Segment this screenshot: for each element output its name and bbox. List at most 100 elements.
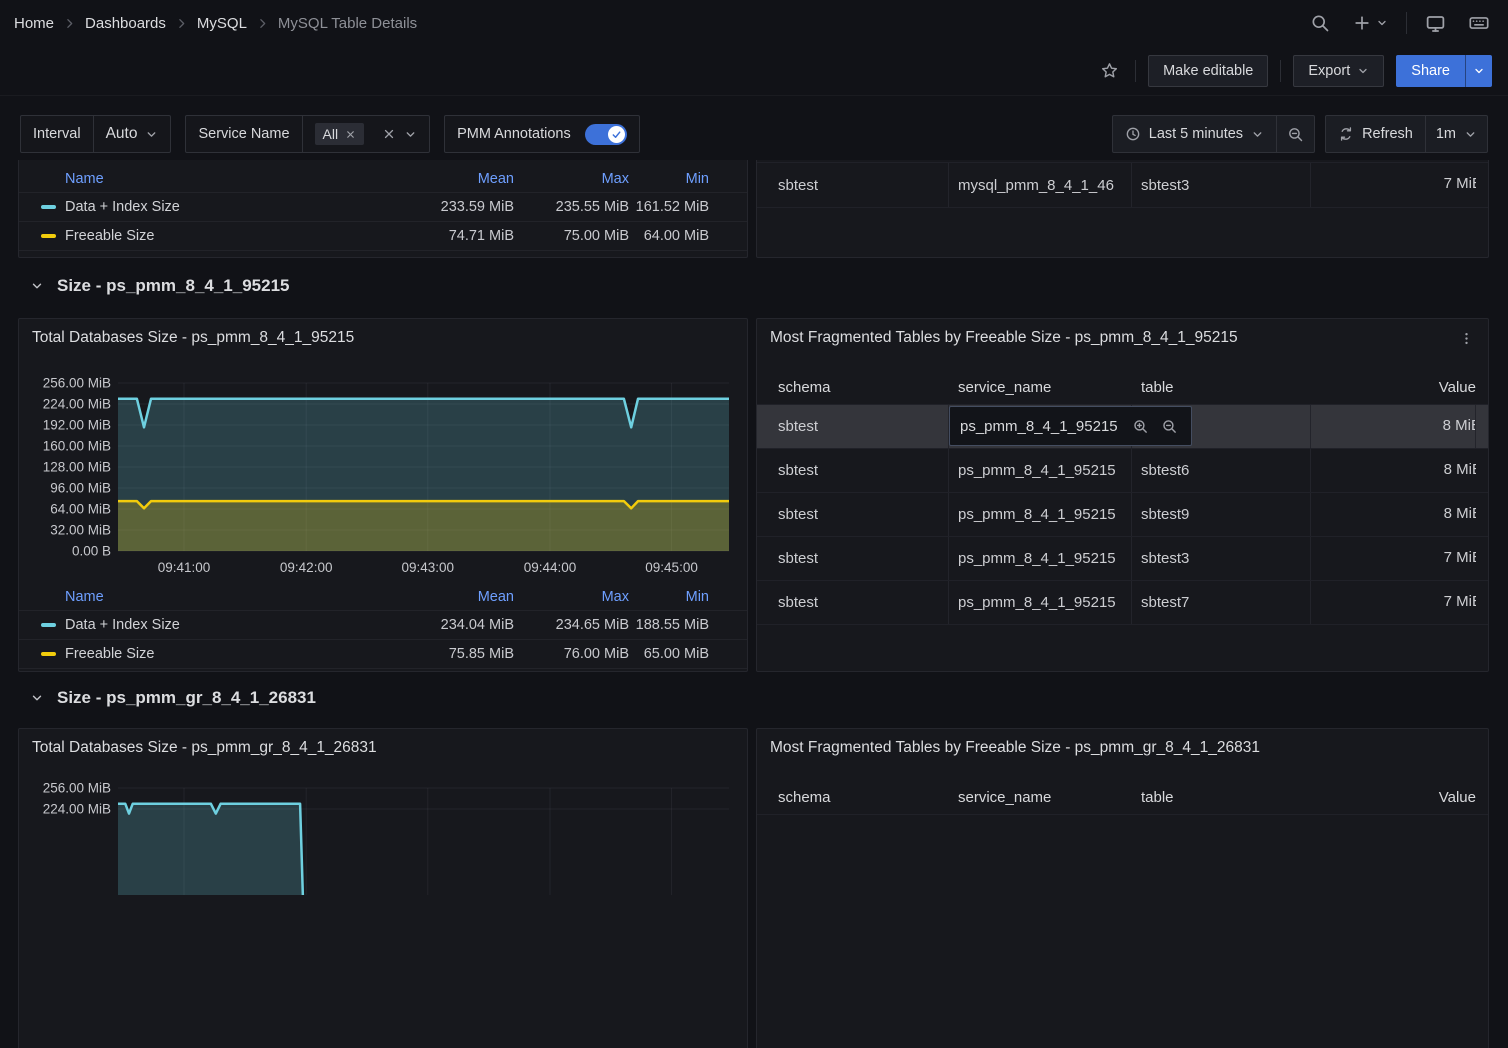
breadcrumb-mysql[interactable]: MySQL (197, 15, 247, 32)
legend-header-name[interactable]: Name (31, 171, 104, 187)
legend-header-mean[interactable]: Mean (478, 589, 514, 605)
legend-series-name[interactable]: Freeable Size (31, 228, 399, 244)
panel-title[interactable]: Total Databases Size - ps_pmm_8_4_1_9521… (32, 329, 354, 347)
breadcrumb-home[interactable]: Home (14, 15, 54, 32)
export-label: Export (1308, 63, 1350, 79)
pmm-annotations-label: PMM Annotations (445, 116, 583, 152)
table-row[interactable]: sbtest mysql_pmm_8_4_1_46 sbtest3 7 MiB (757, 162, 1488, 208)
share-menu-button[interactable] (1465, 55, 1492, 87)
legend-max-value: 235.55 MiB (514, 199, 629, 215)
cell-service-name: ps_pmm_8_4_1_95215 (949, 493, 1132, 536)
svg-text:64.00 MiB: 64.00 MiB (50, 502, 111, 517)
table-row[interactable]: sbtest ps_pmm_8_4_1_95215 sbtest6 8 MiB (757, 449, 1488, 493)
chart-legend: Name Mean Max Min Data + Index Size 233.… (19, 165, 747, 251)
share-split-button: Share (1396, 55, 1492, 87)
svg-text:09:45:00: 09:45:00 (645, 560, 698, 575)
legend-header-max[interactable]: Max (602, 171, 629, 187)
panel-menu-button[interactable] (1455, 327, 1478, 353)
table-row-hovered[interactable]: sbtest 8 MiB ps_pmm_8_4_1_95215 (757, 405, 1488, 449)
pmm-annotations-toggle[interactable] (585, 124, 627, 145)
svg-text:256.00 MiB: 256.00 MiB (43, 376, 111, 391)
legend-min-value: 64.00 MiB (629, 228, 709, 244)
filter-out-value-button[interactable] (1159, 416, 1180, 437)
refresh-button[interactable]: Refresh (1326, 116, 1426, 152)
legend-series-name[interactable]: Data + Index Size (31, 199, 399, 215)
table-row[interactable]: sbtest ps_pmm_8_4_1_95215 sbtest7 7 MiB (757, 581, 1488, 625)
column-header-value[interactable]: Value (1311, 379, 1476, 396)
refresh-interval-select[interactable]: 1m (1426, 116, 1487, 152)
column-header-schema[interactable]: schema (769, 789, 949, 806)
timeseries-chart[interactable]: 256.00 MiB224.00 MiB192.00 MiB160.00 MiB… (19, 371, 747, 583)
column-header-service-name[interactable]: service_name (949, 789, 1132, 806)
column-header-table[interactable]: table (1132, 379, 1311, 396)
cell-schema: sbtest (769, 581, 949, 624)
make-editable-button[interactable]: Make editable (1148, 55, 1268, 87)
add-button[interactable] (1348, 9, 1392, 37)
legend-header-mean[interactable]: Mean (478, 171, 514, 187)
share-button[interactable]: Share (1396, 55, 1465, 87)
series-color-swatch (41, 234, 56, 238)
series-color-swatch (41, 623, 56, 627)
svg-text:0.00 B: 0.00 B (72, 544, 111, 559)
breadcrumb-separator-icon (256, 17, 269, 30)
table-row[interactable]: sbtest ps_pmm_8_4_1_95215 sbtest3 7 MiB (757, 537, 1488, 581)
svg-text:128.00 MiB: 128.00 MiB (43, 460, 111, 475)
cell-schema: sbtest (769, 449, 949, 492)
keyboard-icon (1468, 12, 1490, 34)
cell-table: sbtest9 (1132, 493, 1311, 536)
legend-series-name[interactable]: Data + Index Size (31, 617, 399, 633)
topnav-actions (1306, 8, 1494, 38)
legend-header-max[interactable]: Max (602, 589, 629, 605)
filter-for-value-button[interactable] (1130, 416, 1151, 437)
search-icon (1310, 13, 1330, 33)
column-header-service-name[interactable]: service_name (949, 379, 1132, 396)
chevron-down-icon (1251, 128, 1264, 141)
export-button[interactable]: Export (1293, 55, 1384, 87)
clear-selection-icon[interactable] (382, 127, 396, 141)
column-header-table[interactable]: table (1132, 789, 1311, 806)
star-dashboard-button[interactable] (1096, 57, 1123, 84)
column-header-value[interactable]: Value (1311, 789, 1476, 806)
section-row-size-95215[interactable]: Size - ps_pmm_8_4_1_95215 (30, 276, 290, 296)
legend-header-min[interactable]: Min (686, 589, 709, 605)
cell-text: ps_pmm_8_4_1_95215 (960, 418, 1118, 435)
cell-schema: sbtest (769, 493, 949, 536)
breadcrumb-separator-icon (175, 17, 188, 30)
panel-title[interactable]: Most Fragmented Tables by Freeable Size … (770, 329, 1238, 347)
keyboard-shortcuts-button[interactable] (1464, 8, 1494, 38)
chevron-down-icon (1357, 65, 1369, 77)
breadcrumb-dashboards[interactable]: Dashboards (85, 15, 166, 32)
dashboard-toolbar: Make editable Export Share (0, 46, 1508, 96)
legend-mean-value: 74.71 MiB (399, 228, 514, 244)
legend-row: Freeable Size 74.71 MiB 75.00 MiB 64.00 … (19, 222, 747, 251)
service-name-chip[interactable]: All (315, 123, 365, 145)
cell-value: 8 MiB (1311, 449, 1476, 492)
legend-series-name[interactable]: Freeable Size (31, 646, 399, 662)
cell-value: 7 MiB (1311, 163, 1476, 207)
table-header-row: schema service_name table Value (757, 781, 1488, 815)
filter-bar: Interval Auto Service Name All PMM Annot… (20, 114, 1488, 154)
column-header-schema[interactable]: schema (769, 379, 949, 396)
interval-select[interactable]: Auto (94, 116, 171, 152)
star-icon (1100, 61, 1119, 80)
zoom-out-time-button[interactable] (1277, 116, 1314, 152)
panel-title[interactable]: Total Databases Size - ps_pmm_gr_8_4_1_2… (32, 739, 377, 757)
panel-title[interactable]: Most Fragmented Tables by Freeable Size … (770, 739, 1260, 757)
section-row-size-26831[interactable]: Size - ps_pmm_gr_8_4_1_26831 (30, 688, 316, 708)
close-icon[interactable] (345, 129, 356, 140)
time-range-label: Last 5 minutes (1149, 126, 1243, 142)
chevron-down-icon (1464, 128, 1477, 141)
legend-header-min[interactable]: Min (686, 171, 709, 187)
table-row[interactable]: sbtest ps_pmm_8_4_1_95215 sbtest9 8 MiB (757, 493, 1488, 537)
search-button[interactable] (1306, 9, 1334, 37)
timeseries-chart[interactable]: 256.00 MiB224.00 MiB (19, 775, 747, 895)
toolbar-divider (1280, 60, 1281, 82)
service-name-label: Service Name (186, 116, 302, 152)
time-range-picker[interactable]: Last 5 minutes (1113, 116, 1277, 152)
legend-header-row: Name Mean Max Min (19, 583, 747, 611)
service-name-chip-label: All (323, 126, 339, 142)
chevron-down-icon (145, 128, 158, 141)
service-name-select[interactable]: All (303, 116, 430, 152)
legend-header-name[interactable]: Name (31, 589, 104, 605)
kiosk-mode-button[interactable] (1421, 9, 1450, 38)
